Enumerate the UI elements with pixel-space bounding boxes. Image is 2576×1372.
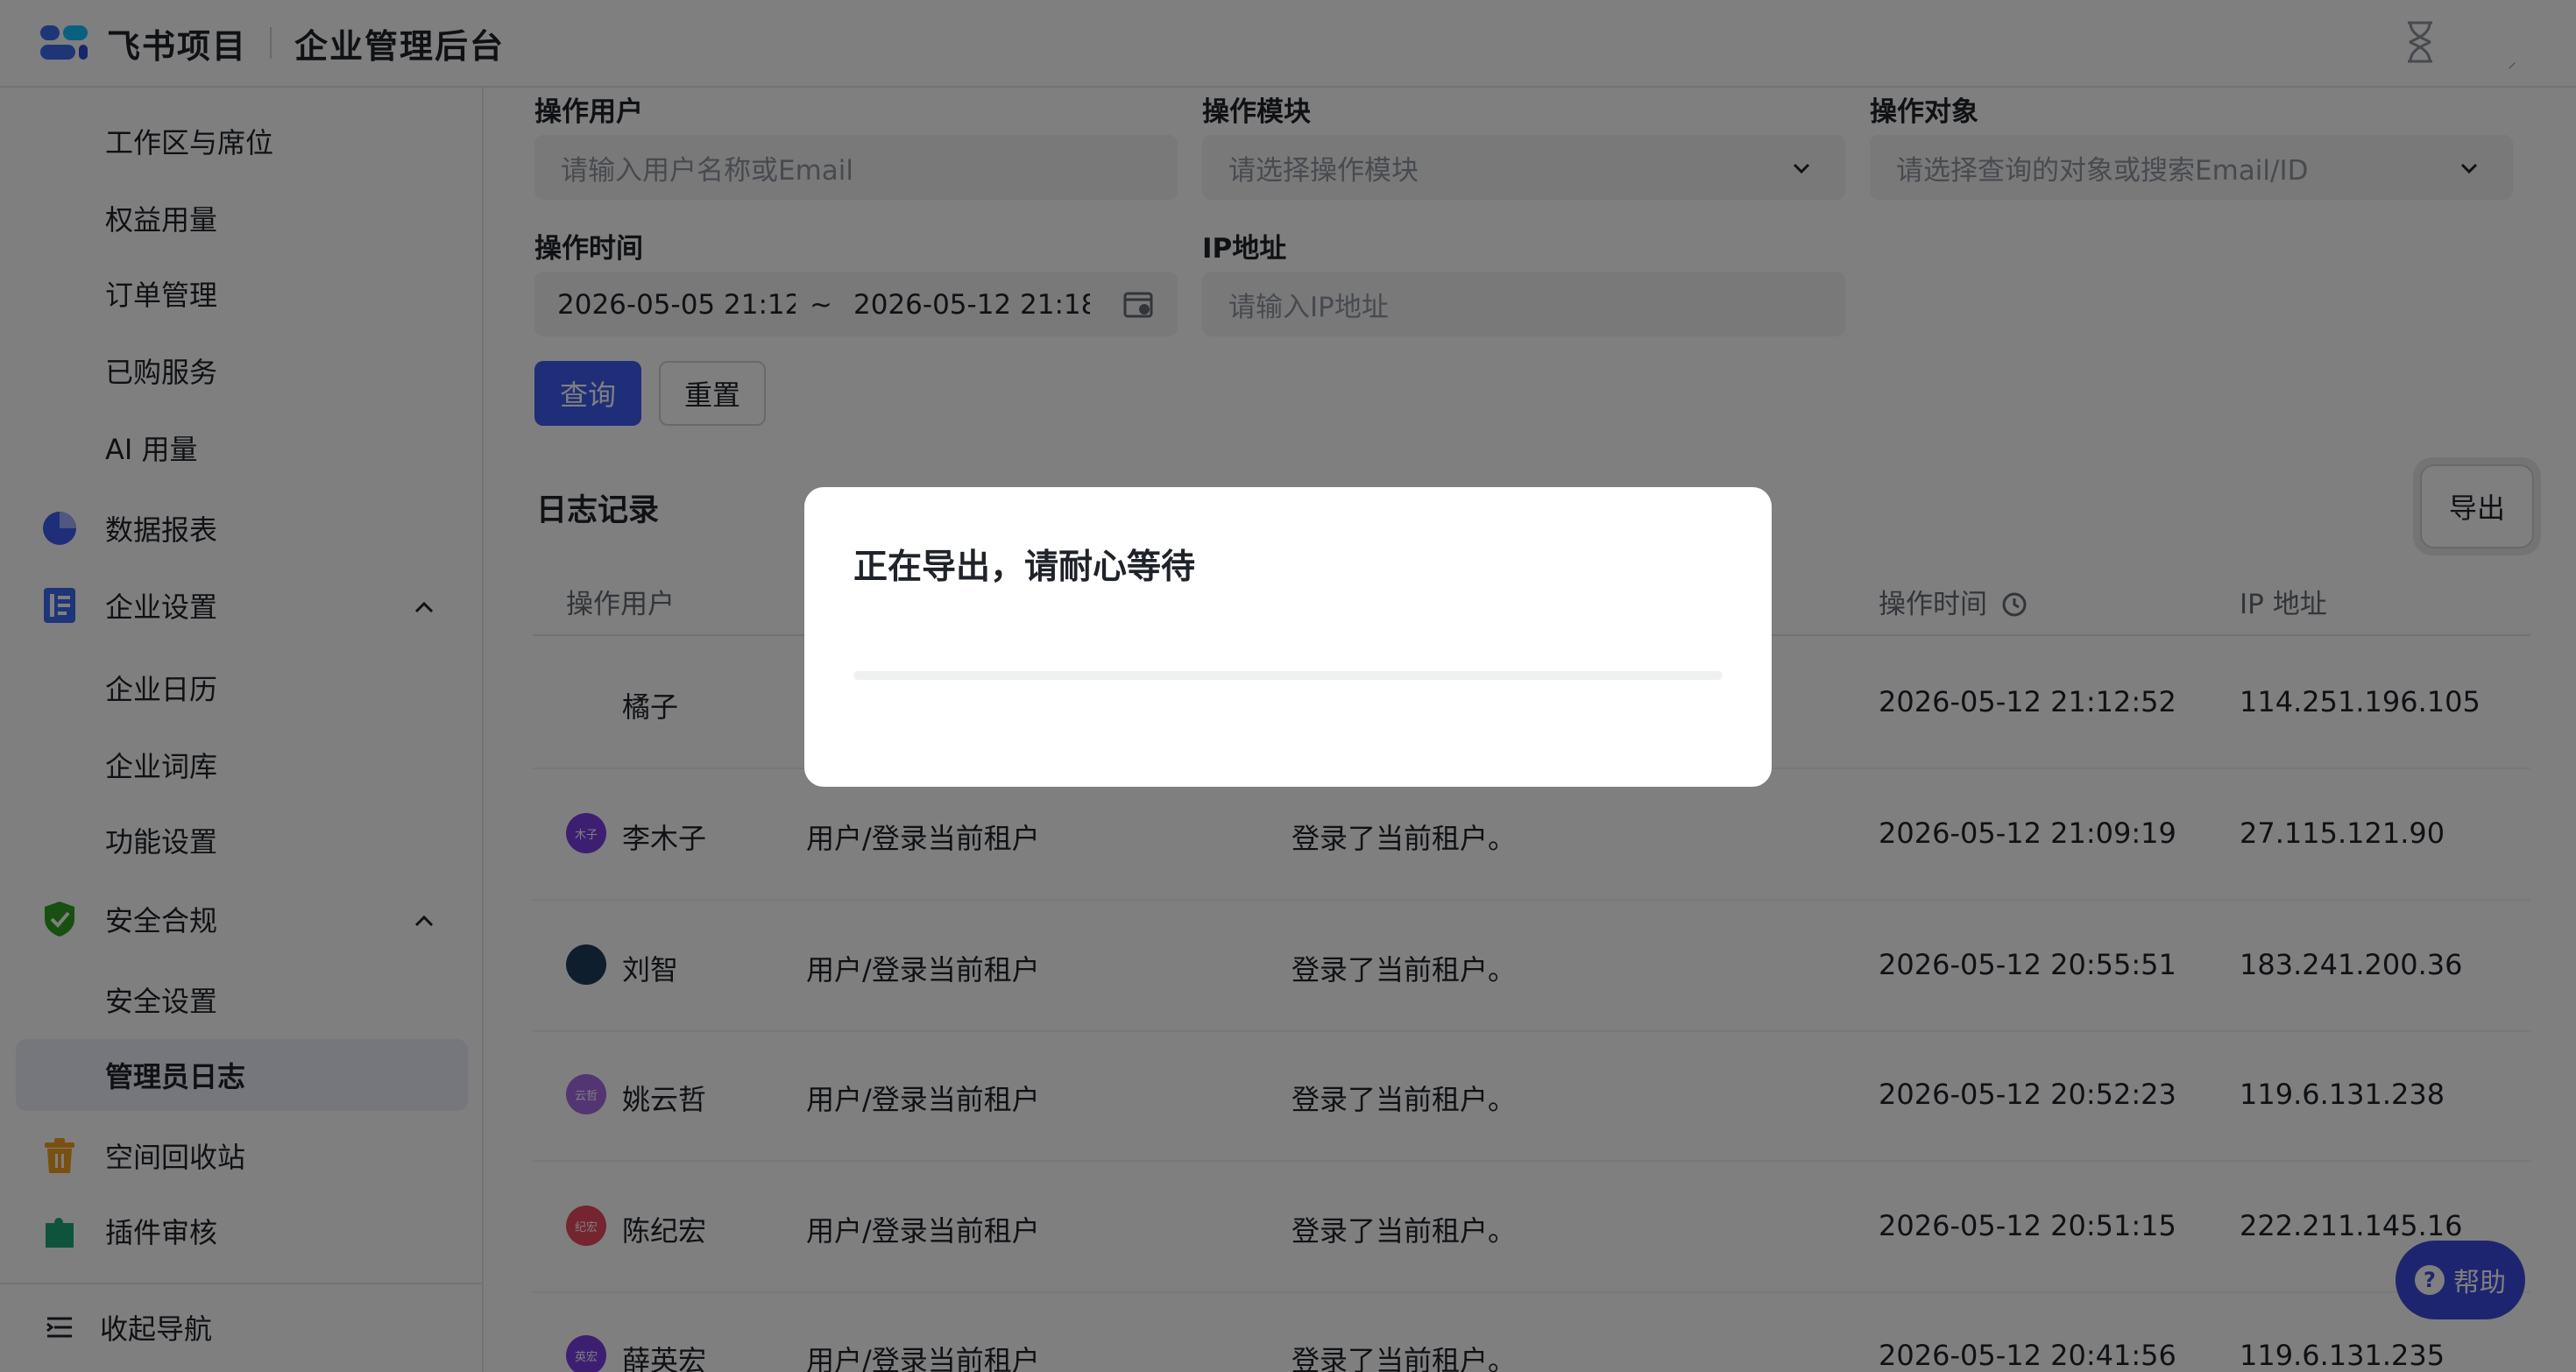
export-progress-dialog: 正在导出，请耐心等待 [804, 487, 1772, 787]
export-progress-bar [853, 671, 1723, 680]
dialog-title: 正在导出，请耐心等待 [853, 548, 1196, 587]
